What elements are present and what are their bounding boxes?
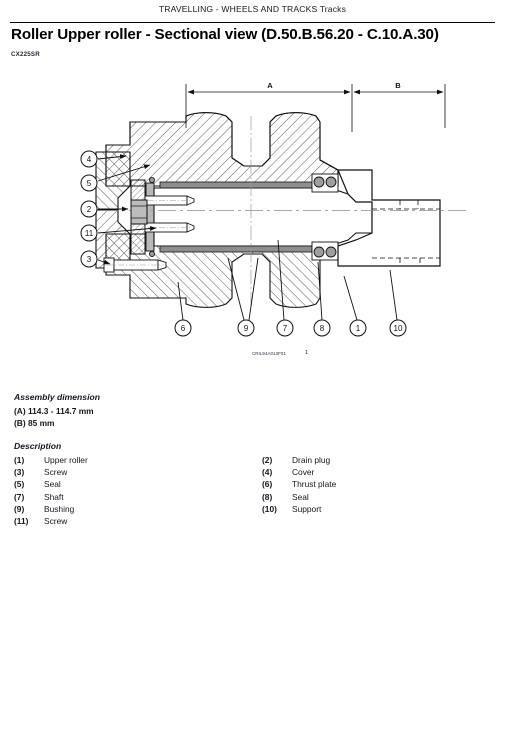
item-label: Seal bbox=[292, 491, 309, 502]
list-item: (10) Support bbox=[262, 504, 336, 516]
figure-caption-code: CRIL94A013F01 bbox=[252, 351, 287, 356]
item-label: Bushing bbox=[44, 503, 75, 514]
seal-lower-right bbox=[311, 241, 339, 261]
item-number: (4) bbox=[262, 467, 273, 478]
dimension-label-a: A bbox=[267, 81, 273, 90]
item-label: Support bbox=[292, 503, 322, 514]
callout-10: 10 bbox=[389, 269, 407, 337]
svg-text:9: 9 bbox=[244, 324, 249, 333]
bushing-upper bbox=[159, 181, 313, 189]
item-number: (6) bbox=[262, 479, 273, 490]
screw-stud-lower bbox=[144, 222, 195, 233]
svg-text:11: 11 bbox=[85, 229, 94, 238]
svg-text:6: 6 bbox=[181, 324, 186, 333]
upper-roller-section bbox=[105, 112, 339, 187]
list-item: (1) Upper roller bbox=[14, 455, 88, 467]
figure-number: 1 bbox=[305, 350, 309, 356]
dimension-label-b: B bbox=[395, 81, 401, 90]
list-item: (9) Bushing bbox=[14, 504, 88, 516]
seal-upper-right bbox=[311, 173, 339, 193]
bushing-lower bbox=[159, 245, 313, 253]
drain-plug bbox=[130, 199, 148, 225]
item-number: (3) bbox=[14, 467, 25, 478]
cover-section-upper bbox=[95, 151, 131, 211]
item-number: (11) bbox=[14, 515, 29, 526]
item-label: Thrust plate bbox=[292, 479, 337, 490]
list-item: (8) Seal bbox=[262, 492, 336, 504]
item-label: Seal bbox=[44, 479, 61, 490]
svg-text:8: 8 bbox=[320, 324, 325, 333]
seal-upper-left bbox=[148, 177, 155, 184]
assembly-dimension-b: (B) 85 mm bbox=[14, 418, 55, 428]
svg-text:7: 7 bbox=[283, 324, 288, 333]
screw-bolt-lower-left bbox=[103, 257, 167, 273]
svg-text:10: 10 bbox=[394, 324, 403, 333]
item-number: (1) bbox=[14, 455, 25, 465]
item-label: Drain plug bbox=[292, 455, 331, 465]
list-item: (3) Screw bbox=[14, 467, 88, 479]
list-item: (11) Screw bbox=[14, 516, 88, 528]
description-column-right: (2) Drain plug (4) Cover (6) Thrust plat… bbox=[262, 455, 336, 516]
item-number: (7) bbox=[14, 491, 25, 502]
item-number: (2) bbox=[262, 455, 273, 465]
item-number: (8) bbox=[262, 491, 273, 502]
svg-text:3: 3 bbox=[87, 255, 92, 264]
assembly-dimension-heading: Assembly dimension bbox=[14, 392, 100, 402]
sectional-view-svg: A B 4 5 2 11 3 6 9 7 8 1 10 bbox=[80, 81, 470, 337]
list-item: (2) Drain plug bbox=[262, 455, 336, 467]
description-column-left: (1) Upper roller (3) Screw (5) Seal (7) … bbox=[14, 455, 88, 528]
item-label: Upper roller bbox=[44, 455, 88, 465]
item-label: Screw bbox=[44, 515, 68, 526]
assembly-dimension-a: (A) 114.3 - 114.7 mm bbox=[14, 406, 94, 416]
svg-text:2: 2 bbox=[87, 205, 92, 214]
list-item: (5) Seal bbox=[14, 479, 88, 491]
item-label: Screw bbox=[44, 467, 68, 478]
list-item: (6) Thrust plate bbox=[262, 479, 336, 491]
callout-1: 1 bbox=[343, 275, 367, 337]
list-item: (4) Cover bbox=[262, 467, 336, 479]
item-label: Shaft bbox=[44, 491, 64, 502]
running-header: TRAVELLING - WHEELS AND TRACKS Tracks bbox=[158, 4, 347, 14]
screw-stud-upper bbox=[144, 195, 195, 206]
sectional-view-figure: A B 4 5 2 11 3 6 9 7 8 1 10 bbox=[0, 70, 505, 370]
svg-text:5: 5 bbox=[87, 179, 92, 188]
seal-lower-left bbox=[148, 250, 155, 257]
title-divider bbox=[10, 22, 495, 23]
svg-text:4: 4 bbox=[87, 155, 92, 164]
model-code: CX225SR bbox=[11, 51, 40, 58]
list-item: (7) Shaft bbox=[14, 492, 88, 504]
item-number: (9) bbox=[14, 503, 25, 514]
item-label: Cover bbox=[292, 467, 315, 478]
description-heading: Description bbox=[14, 441, 62, 451]
page-title: Roller Upper roller - Sectional view (D.… bbox=[11, 26, 439, 43]
svg-text:1: 1 bbox=[356, 324, 361, 333]
item-number: (10) bbox=[262, 503, 277, 514]
item-number: (5) bbox=[14, 479, 25, 490]
